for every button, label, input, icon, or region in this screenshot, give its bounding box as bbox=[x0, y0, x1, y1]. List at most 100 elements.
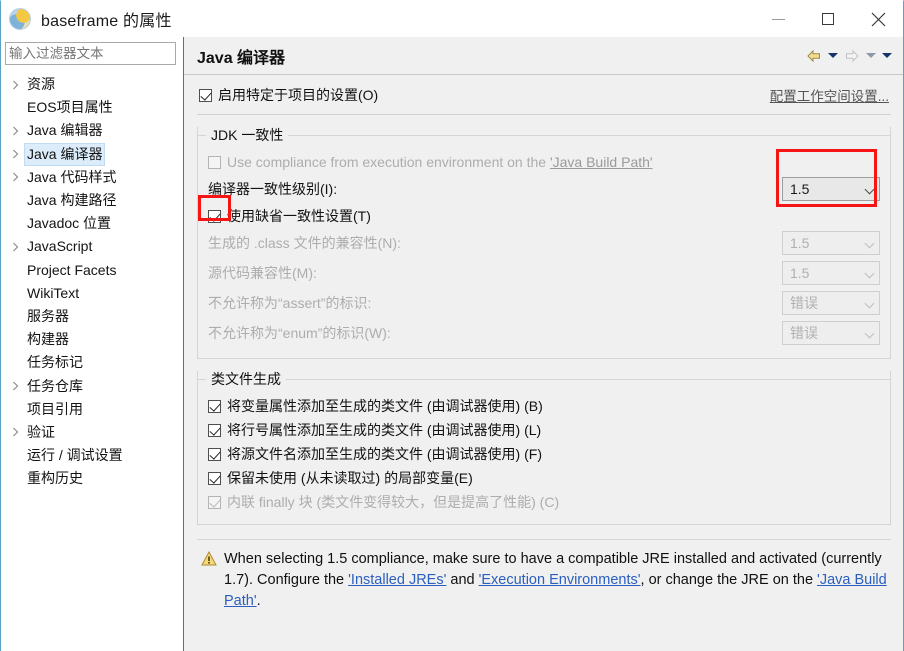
sidebar-item[interactable]: 项目引用 bbox=[5, 398, 183, 421]
jdk-compliance-row: 源代码兼容性(M): 1.5 bbox=[208, 258, 880, 288]
sidebar-item-label: WikiText bbox=[27, 284, 80, 301]
sidebar-item[interactable]: JavaScript bbox=[5, 235, 183, 258]
sidebar-item[interactable]: Java 代码样式 bbox=[5, 166, 183, 189]
warning-text-part4: . bbox=[256, 593, 261, 609]
sidebar-item-label: 资源 bbox=[27, 76, 55, 93]
class-file-option-checkbox[interactable] bbox=[208, 447, 221, 461]
filter-input[interactable] bbox=[5, 42, 176, 65]
jdk-compliance-group: JDK 一致性 Use compliance from execution en… bbox=[197, 127, 891, 359]
window-title: baseframe 的属性 bbox=[41, 13, 172, 30]
sidebar-item[interactable]: 任务标记 bbox=[5, 351, 183, 374]
close-icon bbox=[871, 12, 885, 26]
sidebar-item[interactable]: EOS项目属性 bbox=[5, 96, 183, 119]
chevron-right-icon[interactable] bbox=[7, 126, 24, 136]
warning-text-part3: , or change the JRE on the bbox=[640, 572, 818, 588]
chevron-down-icon bbox=[865, 53, 876, 58]
class-file-generation-group: 类文件生成 将变量属性添加至生成的类文件 (由调试器使用) (B) 将行号属性添加… bbox=[197, 371, 891, 525]
class-file-option-row: 将行号属性添加至生成的类文件 (由调试器使用) (L) bbox=[208, 418, 880, 442]
sidebar-item-label: 服务器 bbox=[27, 307, 69, 324]
sidebar-item[interactable]: 重构历史 bbox=[5, 467, 183, 490]
page-nav-toolbar bbox=[804, 46, 893, 65]
sidebar-item-label: Java 构建路径 bbox=[27, 192, 117, 209]
sidebar-item[interactable]: 资源 bbox=[5, 73, 183, 96]
header-divider bbox=[197, 114, 891, 115]
group-rule-right bbox=[288, 135, 890, 136]
class-file-option-checkbox[interactable] bbox=[208, 399, 221, 413]
page-header: Java 编译器 bbox=[184, 37, 903, 75]
chevron-right-icon[interactable] bbox=[7, 172, 24, 182]
group-rule-left bbox=[198, 379, 206, 380]
class-file-option-row: 保留未使用 (从未读取过) 的局部变量(E) bbox=[208, 466, 880, 490]
use-execution-env-checkbox[interactable] bbox=[208, 155, 221, 169]
class-file-option-row: 将变量属性添加至生成的类文件 (由调试器使用) (B) bbox=[208, 394, 880, 418]
sidebar-item[interactable]: 验证 bbox=[5, 421, 183, 444]
sidebar-item[interactable]: 构建器 bbox=[5, 328, 183, 351]
chevron-right-icon[interactable] bbox=[7, 381, 24, 391]
sidebar-item[interactable]: Java 编译器 bbox=[5, 142, 183, 166]
class-file-generation-title-row: 类文件生成 bbox=[198, 371, 890, 388]
sidebar-item[interactable]: 任务仓库 bbox=[5, 374, 183, 397]
class-file-option-checkbox[interactable] bbox=[208, 471, 221, 485]
forward-history-dropdown[interactable] bbox=[864, 46, 877, 65]
chevron-right-icon[interactable] bbox=[7, 80, 24, 90]
jdk-compliance-title: JDK 一致性 bbox=[211, 126, 284, 143]
installed-jres-link[interactable]: 'Installed JREs' bbox=[348, 572, 446, 588]
class-file-option-label: 保留未使用 (从未读取过) 的局部变量(E) bbox=[227, 470, 473, 486]
jdk-compliance-row-label: 不允许称为“enum”的标识(W): bbox=[208, 325, 391, 341]
back-arrow-icon bbox=[806, 49, 820, 62]
compliance-level-combo[interactable]: 1.5 bbox=[782, 177, 880, 201]
execution-environments-link[interactable]: 'Execution Environments' bbox=[479, 572, 641, 588]
jdk-compliance-row-combo: 1.5 bbox=[782, 261, 880, 285]
page-title: Java 编译器 bbox=[197, 49, 286, 67]
enable-project-settings-row: 启用特定于项目的设置(O) 配置工作空间设置... bbox=[197, 84, 891, 106]
view-menu-button[interactable] bbox=[880, 46, 893, 65]
class-file-option-label: 将变量属性添加至生成的类文件 (由调试器使用) (B) bbox=[227, 398, 543, 414]
sidebar-item[interactable]: Java 构建路径 bbox=[5, 189, 183, 212]
sidebar-item-label: Java 编译器 bbox=[24, 142, 106, 166]
sidebar-item-label: 重构历史 bbox=[27, 470, 83, 487]
forward-button[interactable] bbox=[842, 46, 861, 65]
sidebar-item-label: 任务仓库 bbox=[27, 377, 83, 394]
compliance-level-row: 编译器一致性级别(I): 1.5 bbox=[208, 174, 880, 204]
class-file-option-checkbox[interactable] bbox=[208, 423, 221, 437]
jdk-compliance-row-combo: 错误 bbox=[782, 291, 880, 315]
use-default-compliance-checkbox[interactable] bbox=[208, 209, 221, 223]
sidebar-item[interactable]: WikiText bbox=[5, 282, 183, 305]
class-file-option-row: 内联 finally 块 (类文件变得较大，但是提高了性能) (C) bbox=[208, 490, 880, 514]
back-history-dropdown[interactable] bbox=[826, 46, 839, 65]
use-execution-env-row: Use compliance from execution environmen… bbox=[208, 150, 880, 174]
jdk-compliance-row-label: 不允许称为“assert”的标识: bbox=[208, 295, 372, 311]
compliance-warning: When selecting 1.5 compliance, make sure… bbox=[197, 539, 891, 612]
jdk-compliance-row-value: 错误 bbox=[790, 295, 818, 311]
sidebar-item-label: 任务标记 bbox=[27, 354, 83, 371]
chevron-right-icon[interactable] bbox=[7, 149, 24, 159]
jdk-compliance-row-value: 1.5 bbox=[790, 235, 810, 251]
back-button[interactable] bbox=[804, 46, 823, 65]
maximize-button[interactable] bbox=[803, 1, 853, 37]
settings-tree: 资源 EOS项目属性 Java 编辑器 Java 编译器 Java 代码样式 Java 构… bbox=[5, 73, 183, 490]
forward-arrow-icon bbox=[845, 49, 859, 62]
sidebar-item[interactable]: Project Facets bbox=[5, 259, 183, 282]
close-button[interactable] bbox=[853, 1, 903, 37]
sidebar-item-label: 验证 bbox=[27, 423, 55, 440]
chevron-right-icon[interactable] bbox=[7, 242, 24, 252]
sidebar-item[interactable]: 运行 / 调试设置 bbox=[5, 444, 183, 467]
use-default-compliance-label: 使用缺省一致性设置(T) bbox=[227, 208, 371, 224]
minimize-button[interactable] bbox=[753, 1, 803, 37]
sidebar-item-label: 项目引用 bbox=[27, 400, 83, 417]
sidebar-item-label: Project Facets bbox=[27, 261, 117, 278]
sidebar-item-label: 构建器 bbox=[27, 331, 69, 348]
chevron-down-icon bbox=[866, 239, 875, 248]
jdk-compliance-row-label: 生成的 .class 文件的兼容性(N): bbox=[208, 235, 401, 251]
sidebar-item[interactable]: 服务器 bbox=[5, 305, 183, 328]
chevron-right-icon[interactable] bbox=[7, 427, 24, 437]
java-build-path-link-1[interactable]: 'Java Build Path' bbox=[550, 154, 653, 170]
configure-workspace-settings-link[interactable]: 配置工作空间设置... bbox=[770, 85, 889, 105]
enable-project-settings-checkbox[interactable] bbox=[199, 88, 212, 102]
chevron-down-icon bbox=[866, 299, 875, 308]
sidebar-item[interactable]: Javadoc 位置 bbox=[5, 212, 183, 235]
properties-dialog: baseframe 的属性 资源 EOS项目属性 Java 编辑器 Java 编译器 J… bbox=[0, 0, 904, 651]
settings-page-pane: Java 编译器 启用特定于项目的设置(O) 配置工作空间设置... JDK 一… bbox=[184, 37, 903, 651]
sidebar-item[interactable]: Java 编辑器 bbox=[5, 119, 183, 142]
jdk-compliance-detail-rows: 生成的 .class 文件的兼容性(N): 1.5 源代码兼容性(M): 1.5 不允许… bbox=[208, 228, 880, 348]
